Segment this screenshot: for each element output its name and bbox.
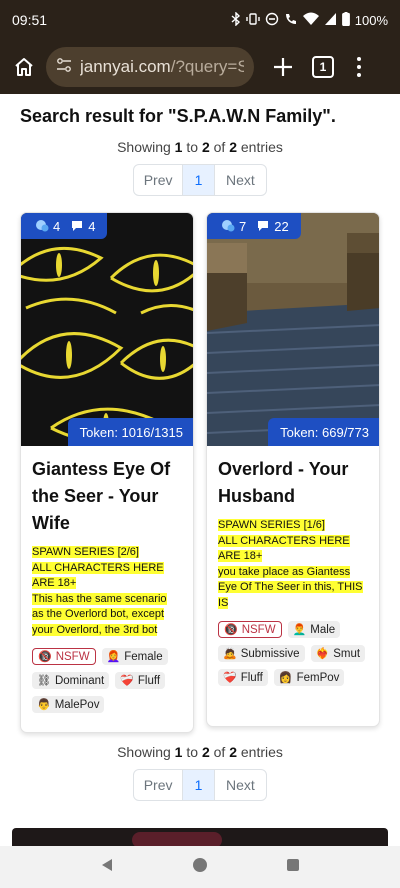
tag-list: 🔞 NSFW 👨‍🦰 Male 🙇 Submissive ❤️‍🔥 Smut ❤️‍🩹 F… [218,621,368,686]
status-bar: 09:51 100% [0,0,400,40]
tag-female[interactable]: 👩‍🦰 Female [101,648,168,665]
tag-male[interactable]: 👨‍🦰 Male [287,621,341,638]
call-icon [284,12,298,29]
prev-page-button[interactable]: Prev [134,165,184,195]
next-page-button[interactable]: Next [215,770,266,800]
address-bar[interactable]: jannyai.com/?query=S.I [46,47,254,87]
pagination-top: Prev 1 Next [133,164,267,196]
wifi-icon [302,12,319,29]
battery-level: 100% [354,12,388,28]
pagination-bottom: Prev 1 Next [133,769,267,801]
page-content: Search result for "S.P.A.W.N Family". Sh… [0,94,400,846]
card-description: SPAWN SERIES [1/6] ALL CHARACTERS HERE A… [218,519,363,609]
man-icon: 👨 [37,699,51,711]
url-host: jannyai.com [80,57,171,76]
no-under-18-icon: 🔞 [224,624,238,636]
new-tab-button[interactable] [268,52,298,82]
next-page-button[interactable]: Next [215,165,266,195]
card-title[interactable]: Overlord - Your Husband [218,456,368,510]
home-circle-icon[interactable] [192,857,208,878]
browser-menu-button[interactable] [354,55,364,79]
card-title[interactable]: Giantess Eye Of the Seer - Your Wife [32,456,182,537]
search-heading: Search result for "S.P.A.W.N Family". [20,106,336,126]
man-icon: 👨‍🦰 [292,624,307,636]
character-image[interactable]: 7 22 Token: 669/773 [207,213,379,446]
bowing-person-icon: 🙇 [223,648,237,660]
tag-fluff[interactable]: ❤️‍🩹 Fluff [115,672,166,689]
signal-icon [324,12,337,29]
token-count: Token: 1016/1315 [67,418,193,446]
likes-stat: 4 [35,219,60,234]
tag-nsfw[interactable]: 🔞 NSFW [32,648,96,665]
vibrate-icon [246,12,260,29]
page-1-button[interactable]: 1 [183,165,215,195]
site-settings-icon[interactable] [56,57,72,78]
url-text: jannyai.com/?query=S.I [80,57,244,77]
card-description: SPAWN SERIES [2/6] ALL CHARACTERS HERE A… [32,546,167,636]
status-icons: 100% [231,10,388,29]
woman-icon: 👩 [278,672,293,684]
url-path: /?query=S.I [170,57,244,76]
chat-bubbles-icon [222,220,235,232]
character-image[interactable]: 4 4 Token: 1016/1315 [21,213,193,446]
yellow-eyes-artwork [21,213,193,446]
heart-icon: ❤️‍🩹 [223,672,237,684]
comments-stat: 22 [256,219,289,234]
bluetooth-icon [231,10,241,29]
likes-stat: 7 [221,219,246,234]
comments-stat: 4 [70,219,95,234]
character-card[interactable]: 7 22 Token: 669/773 Overlord - Your Husb… [206,212,380,727]
recents-icon[interactable] [285,857,301,878]
tag-nsfw[interactable]: 🔞 NSFW [218,621,282,638]
entries-summary-top: Showing 1 to 2 of 2 entries [117,139,283,155]
speech-bubble-icon [258,221,269,231]
tag-dominant[interactable]: ⛓ Dominant [32,672,110,689]
no-under-18-icon: 🔞 [38,651,52,663]
system-nav-bar [0,846,400,888]
page-1-button[interactable]: 1 [183,770,215,800]
status-time: 09:51 [12,12,48,28]
chat-bubbles-icon [36,220,49,232]
token-count: Token: 669/773 [268,418,379,446]
chains-icon: ⛓ [37,675,51,687]
character-card[interactable]: 4 4 Token: 1016/1315 Giantess Eye Of the… [20,212,194,733]
speech-bubble-icon [72,221,83,231]
home-button[interactable] [10,53,38,81]
tag-malepov[interactable]: 👨 MalePov [32,696,105,713]
woman-icon: 👩‍🦰 [106,651,121,663]
tag-list: 🔞 NSFW 👩‍🦰 Female ⛓ Dominant ❤️‍🩹 Fluff 👨 Mal… [32,648,182,713]
tag-fluff[interactable]: ❤️‍🩹 Fluff [218,669,268,686]
plus-icon [274,58,292,76]
battery-icon [341,11,350,29]
tab-switcher-button[interactable]: 1 [312,56,334,78]
next-content-banner[interactable] [12,828,388,846]
heart-icon: ❤️‍🩹 [120,675,134,687]
tag-submissive[interactable]: 🙇 Submissive [218,645,305,662]
tag-fempov[interactable]: 👩 FemPov [273,669,345,686]
dnd-icon [265,12,279,29]
entries-summary-bottom: Showing 1 to 2 of 2 entries [117,744,283,760]
prev-page-button[interactable]: Prev [134,770,184,800]
browser-toolbar: jannyai.com/?query=S.I 1 [0,40,400,94]
card-stats: 4 4 [21,213,108,239]
staircase-artwork [207,213,379,446]
back-icon[interactable] [99,857,115,878]
card-stats: 7 22 [207,213,301,239]
heart-fire-icon: ❤️‍🔥 [315,648,330,660]
tag-smut[interactable]: ❤️‍🔥 Smut [310,645,366,662]
home-icon [15,58,33,76]
